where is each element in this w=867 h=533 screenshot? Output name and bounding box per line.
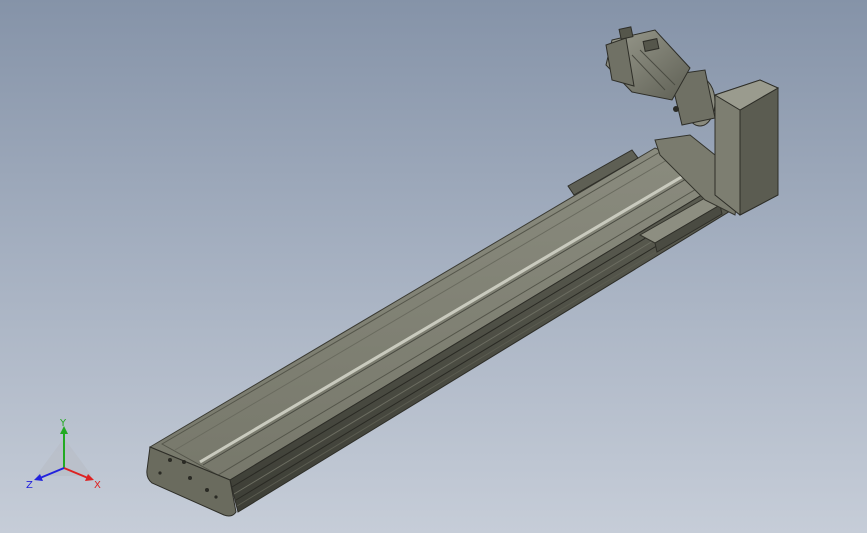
end-cap-hole-2 bbox=[182, 460, 186, 464]
triad-x-label: X bbox=[94, 480, 101, 491]
rail-center-stripe bbox=[199, 164, 701, 464]
coordinate-triad: Y X Z bbox=[26, 418, 101, 491]
triad-y-label: Y bbox=[59, 418, 67, 429]
motor-connector-1 bbox=[618, 26, 634, 40]
end-cap-hole-1 bbox=[168, 458, 172, 462]
rail-center-stripe-shadow bbox=[202, 168, 704, 466]
reducer-bolt bbox=[673, 106, 679, 112]
rail-edge-line bbox=[174, 156, 673, 451]
triad-z-label: Z bbox=[26, 480, 33, 491]
graphics-viewport[interactable]: Y X Z bbox=[0, 0, 867, 533]
end-cap-hole-3 bbox=[188, 476, 192, 480]
motor-connector-2 bbox=[642, 38, 660, 52]
rail-top-face bbox=[148, 147, 732, 481]
end-cap-hole-4 bbox=[205, 488, 209, 492]
cad-model-view[interactable] bbox=[0, 0, 867, 533]
end-cap-hole-5 bbox=[158, 471, 162, 475]
end-cap-hole-6 bbox=[214, 495, 218, 499]
